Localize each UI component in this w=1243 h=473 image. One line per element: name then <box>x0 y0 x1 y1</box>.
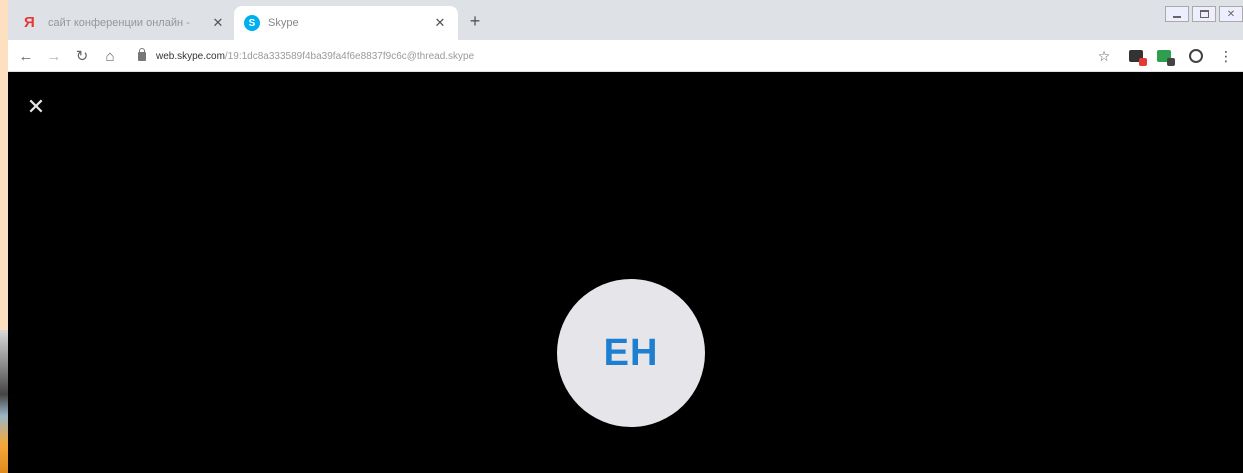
back-button[interactable]: ← <box>16 46 36 66</box>
skype-icon: S <box>244 15 260 31</box>
menu-button[interactable]: ⋮ <box>1216 46 1236 66</box>
tab-skype[interactable]: S Skype ✕ <box>234 6 458 40</box>
forward-button[interactable]: → <box>44 46 64 66</box>
close-call-button[interactable]: ✕ <box>24 95 48 119</box>
profile-icon <box>1189 49 1203 63</box>
reload-button[interactable]: ↻ <box>72 46 92 66</box>
star-icon: ☆ <box>1097 47 1111 64</box>
minimize-icon <box>1173 16 1181 18</box>
extension-icon <box>1129 50 1147 66</box>
close-icon: ✕ <box>1226 8 1236 20</box>
badge-icon <box>1139 58 1147 66</box>
bookmark-star-button[interactable]: ☆ <box>1094 46 1114 66</box>
url-path: /19:1dc8a333589f4ba39fa4f6e8837f9c6c@thr… <box>224 50 475 62</box>
profile-button[interactable] <box>1186 46 1206 66</box>
address-bar[interactable]: web.skype.com /19:1dc8a333589f4ba39fa4f6… <box>138 44 1098 68</box>
browser-toolbar: ← → ↻ ⌂ web.skype.com /19:1dc8a333589f4b… <box>8 40 1243 72</box>
extension-icon <box>1157 50 1175 66</box>
more-vert-icon: ⋮ <box>1219 48 1233 64</box>
tab-yandex-search[interactable]: Я сайт конференции онлайн - ✕ <box>14 6 236 40</box>
close-icon[interactable]: ✕ <box>432 15 448 31</box>
close-icon: ✕ <box>26 94 46 119</box>
skype-call-screen: ✕ EH <box>8 72 1243 473</box>
avatar-initials: EH <box>603 331 659 374</box>
arrow-right-icon: → <box>46 47 62 65</box>
tab-title: сайт конференции онлайн - <box>48 17 190 29</box>
browser-window: Я сайт конференции онлайн - ✕ S Skype ✕ … <box>8 0 1243 473</box>
screen: Я сайт конференции онлайн - ✕ S Skype ✕ … <box>0 0 1243 473</box>
maximize-icon <box>1199 10 1209 18</box>
tab-strip: Я сайт конференции онлайн - ✕ S Skype ✕ … <box>8 0 1243 40</box>
minimize-button[interactable] <box>1165 6 1189 22</box>
reload-icon: ↻ <box>75 48 89 65</box>
window-controls: ✕ <box>1162 6 1243 22</box>
badge-icon <box>1167 58 1175 66</box>
lock-icon <box>138 47 146 61</box>
arrow-left-icon: ← <box>18 47 34 65</box>
maximize-button[interactable] <box>1192 6 1216 22</box>
home-icon: ⌂ <box>105 47 115 65</box>
tab-title: Skype <box>268 17 299 29</box>
close-icon[interactable]: ✕ <box>210 15 226 31</box>
desktop-window-edge <box>0 330 8 473</box>
avatar: EH <box>557 279 705 427</box>
url-host: web.skype.com <box>156 50 225 62</box>
new-tab-button[interactable]: + <box>464 10 486 32</box>
extension-button-1[interactable] <box>1126 46 1147 66</box>
window-close-button[interactable]: ✕ <box>1219 6 1243 22</box>
home-button[interactable]: ⌂ <box>100 46 120 66</box>
extension-button-2[interactable] <box>1154 46 1175 66</box>
yandex-icon: Я <box>24 14 35 31</box>
